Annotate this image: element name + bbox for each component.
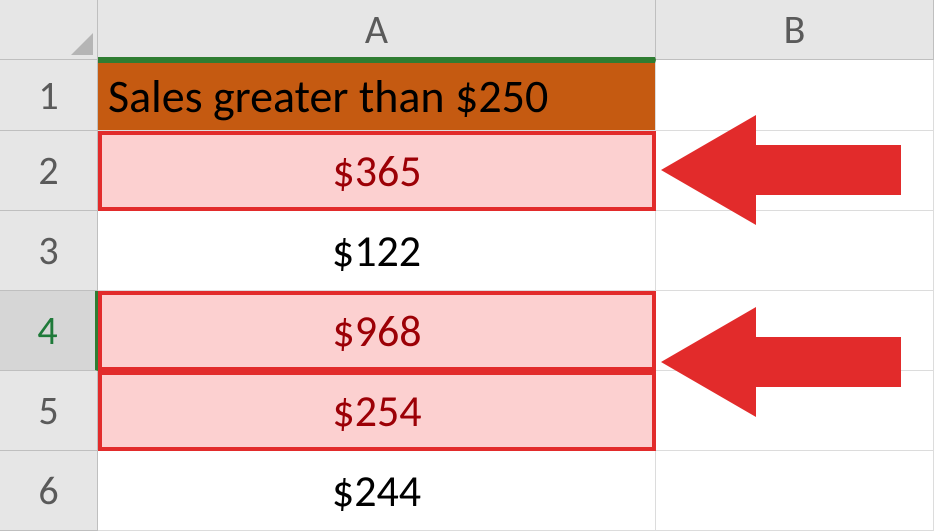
row-header-5[interactable]: 5 [0,371,98,451]
select-all-corner[interactable] [0,0,98,60]
cell-b5[interactable] [656,371,934,451]
cell-a1[interactable]: Sales greater than $250 [98,60,656,131]
column-header-a[interactable]: A [98,0,656,60]
row-header-3[interactable]: 3 [0,211,98,291]
cell-b6[interactable] [656,451,934,531]
cell-b4[interactable] [656,291,934,371]
row-header-2[interactable]: 2 [0,131,98,211]
cell-a6[interactable]: $244 [98,451,656,531]
cell-b2[interactable] [656,131,934,211]
row-header-4[interactable]: 4 [0,291,98,371]
cell-a2[interactable]: $365 [98,131,656,211]
cell-a3[interactable]: $122 [98,211,656,291]
column-header-b[interactable]: B [656,0,934,60]
cell-a4[interactable]: $968 [98,291,656,371]
cell-b3[interactable] [656,211,934,291]
select-all-icon [71,33,93,55]
cell-a5[interactable]: $254 [98,371,656,451]
row-header-1[interactable]: 1 [0,60,98,131]
cell-b1[interactable] [656,60,934,131]
row-header-6[interactable]: 6 [0,451,98,531]
